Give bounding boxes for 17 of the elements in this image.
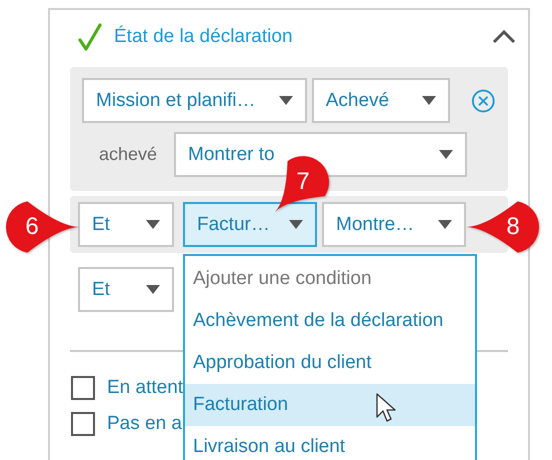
dropdown-select[interactable]: Mission et planifi… [82, 78, 307, 123]
dropdown-select[interactable]: Montre… [322, 202, 466, 247]
dropdown-select[interactable]: Et [78, 202, 174, 247]
callout-number: 6 [24, 213, 40, 241]
dropdown-select[interactable]: Factur… [183, 202, 317, 247]
section-title: État de la déclaration [114, 26, 294, 48]
condition-label: achevé [98, 144, 158, 165]
dropdown-select[interactable]: Et [78, 267, 174, 312]
menu-item[interactable]: Livraison au client [185, 426, 475, 460]
menu-item[interactable]: Facturation [185, 384, 475, 426]
checkbox-label: En attent [107, 377, 184, 399]
menu-item[interactable]: Ajouter une condition [185, 258, 475, 300]
dropdown-select[interactable]: Achevé [312, 78, 450, 123]
menu-item[interactable]: Achèvement de la déclaration [185, 300, 475, 342]
menu-item[interactable]: Approbation du client [185, 342, 475, 384]
callout-number: 8 [505, 213, 521, 241]
checkbox-label: Pas en a [107, 413, 182, 435]
